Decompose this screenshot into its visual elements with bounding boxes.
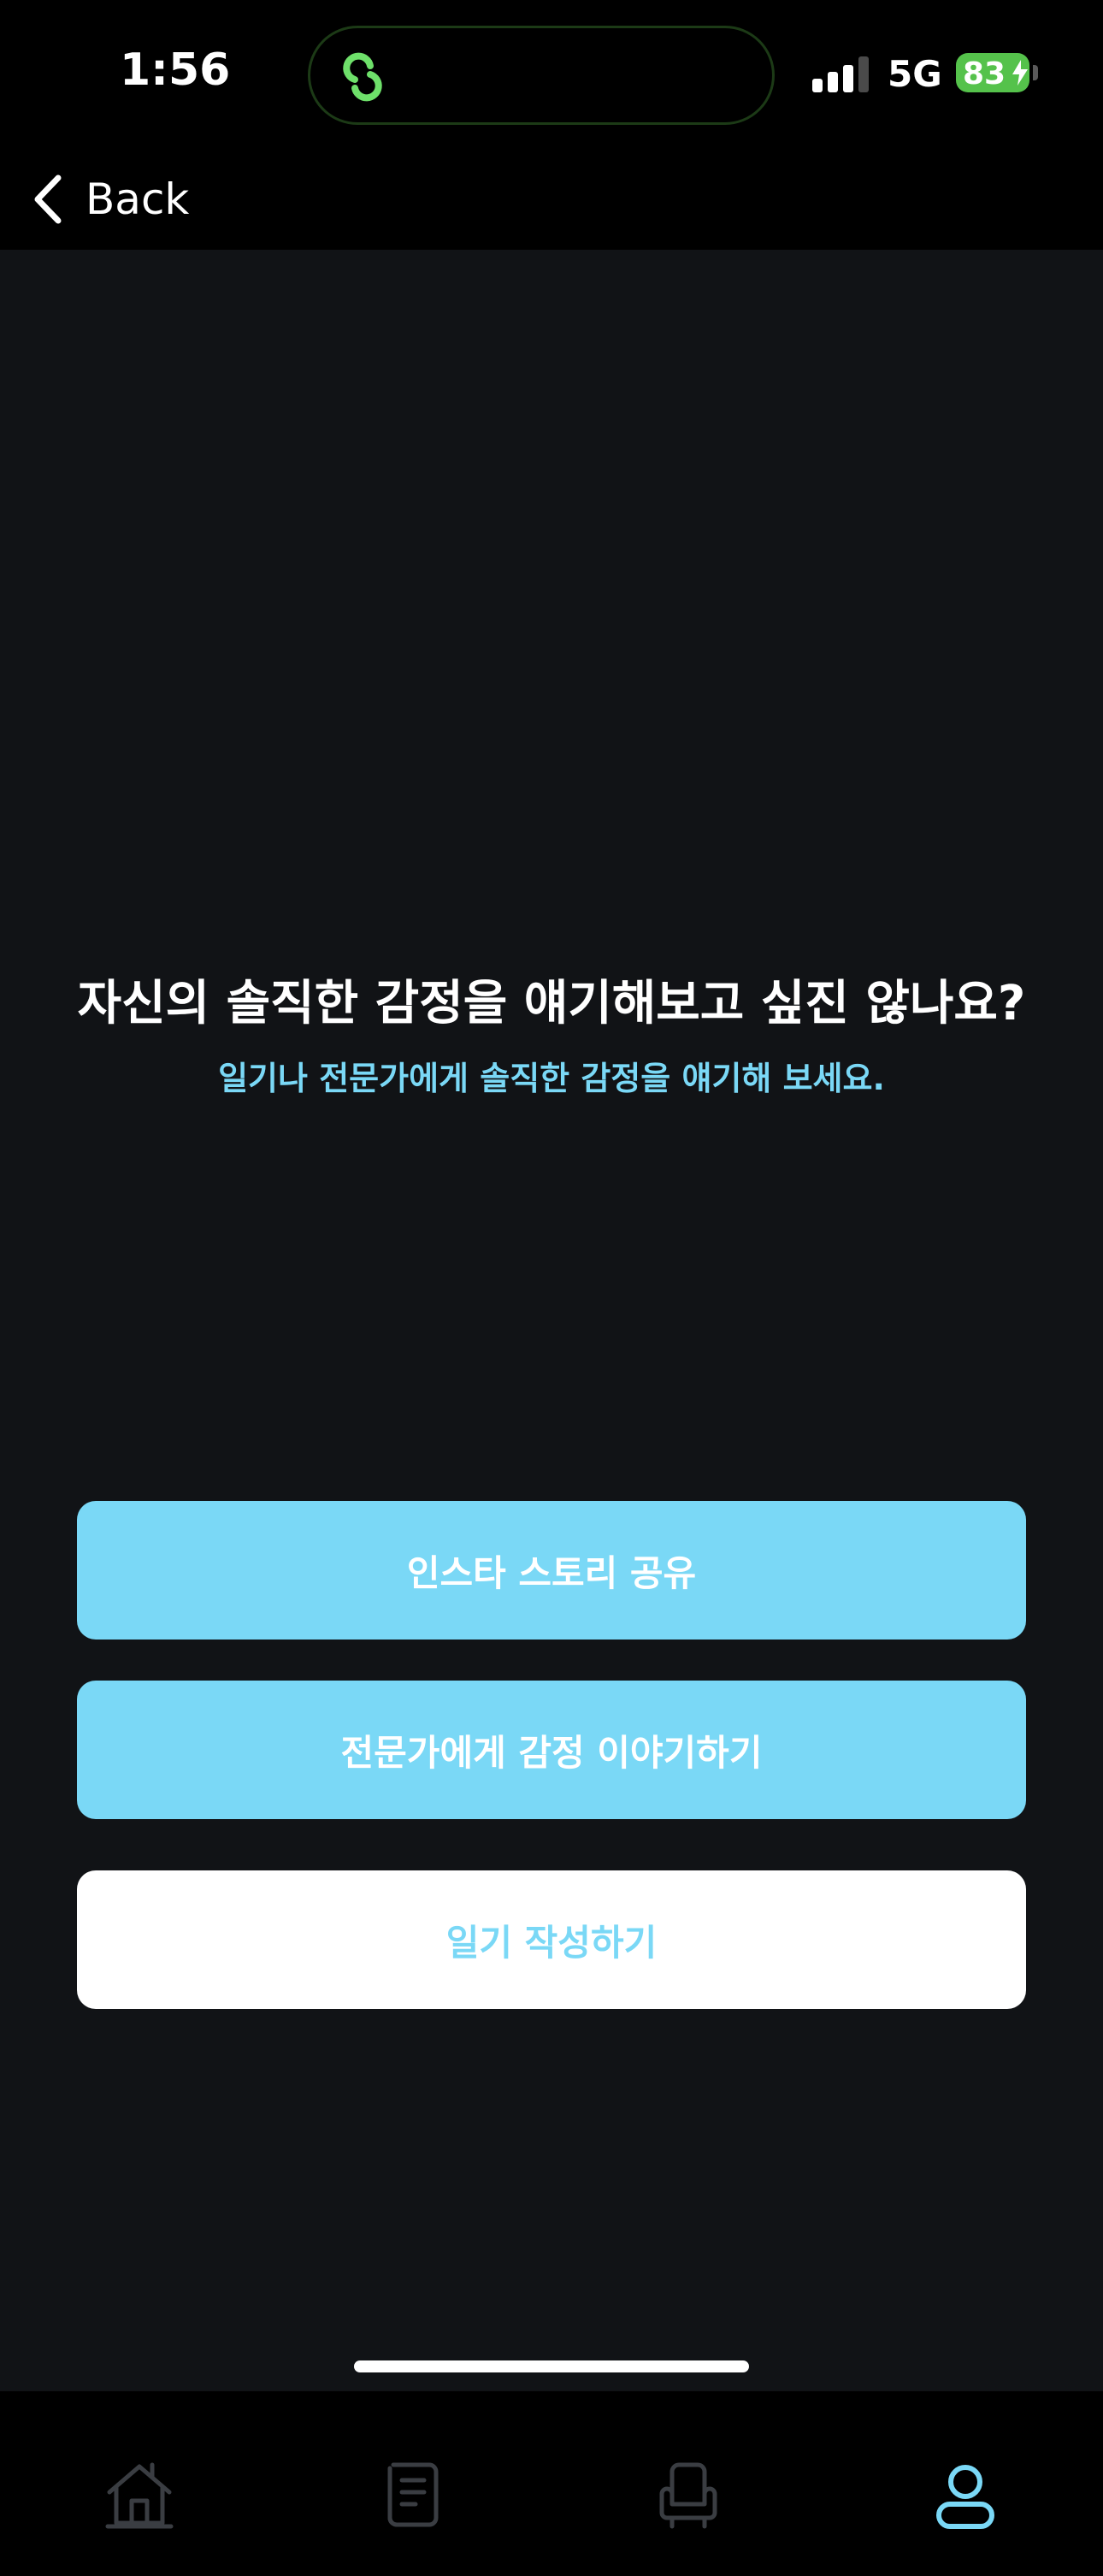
- chevron-left-icon: [34, 174, 62, 224]
- link-icon: [343, 52, 382, 102]
- profile-icon: [936, 2465, 994, 2529]
- status-time: 1:56: [120, 44, 231, 96]
- status-bar: 1:56 5G 83: [0, 0, 1103, 151]
- back-button[interactable]: Back: [31, 168, 189, 231]
- instagram-story-share-button[interactable]: 인스타 스토리 공유: [77, 1501, 1026, 1640]
- cellular-signal-icon: [812, 55, 872, 92]
- back-label: Back: [86, 174, 190, 224]
- battery-icon: 83: [956, 53, 1029, 92]
- battery-level: 83: [963, 56, 1006, 92]
- page-subtitle: 일기나 전문가에게 솔직한 감정을 얘기해 보세요.: [218, 1060, 885, 1097]
- network-type: 5G: [888, 53, 942, 95]
- tab-bar: [0, 2414, 1103, 2576]
- charging-bolt-icon: [1012, 60, 1028, 86]
- home-icon: [105, 2462, 174, 2529]
- talk-to-expert-button[interactable]: 전문가에게 감정 이야기하기: [77, 1681, 1026, 1819]
- main-content: 자신의 솔직한 감정을 얘기해보고 싶진 않나요? 일기나 전문가에게 솔직한 …: [0, 250, 1103, 2529]
- tab-profile[interactable]: [927, 2456, 1004, 2533]
- tab-diary[interactable]: [375, 2456, 451, 2533]
- navigation-bar: Back: [0, 151, 1103, 250]
- home-indicator[interactable]: [354, 2360, 749, 2372]
- write-diary-button[interactable]: 일기 작성하기: [77, 1870, 1026, 2009]
- page-headline: 자신의 솔직한 감정을 얘기해보고 싶진 않나요?: [77, 976, 1026, 1031]
- counsel-chair-icon: [659, 2462, 717, 2529]
- diary-icon: [387, 2462, 439, 2527]
- dynamic-island[interactable]: [308, 26, 775, 125]
- tab-counsel[interactable]: [650, 2456, 727, 2533]
- tab-home[interactable]: [101, 2456, 178, 2533]
- battery-cap: [1033, 65, 1038, 80]
